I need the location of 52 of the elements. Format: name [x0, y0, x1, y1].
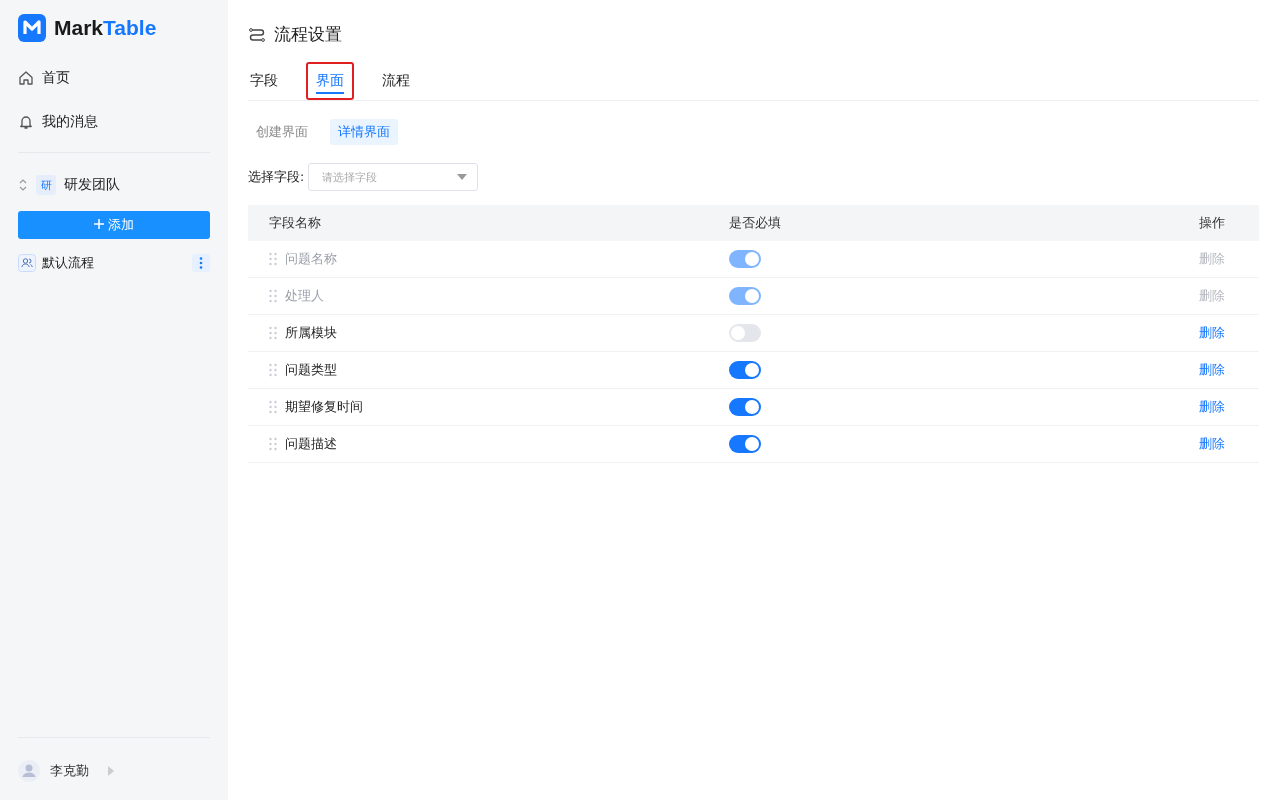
nav-item[interactable]: 首页: [18, 56, 210, 100]
required-toggle[interactable]: [729, 287, 761, 305]
drag-handle-icon[interactable]: [269, 437, 277, 451]
tab[interactable]: 界面: [306, 62, 354, 100]
delete-link[interactable]: 删除: [1199, 361, 1225, 379]
field-name: 期望修复时间: [285, 398, 363, 416]
required-toggle[interactable]: [729, 324, 761, 342]
nav-item[interactable]: 我的消息: [18, 100, 210, 144]
delete-link[interactable]: 删除: [1199, 435, 1225, 453]
page-title: 流程设置: [274, 22, 342, 46]
field-select-label: 选择字段:: [248, 168, 305, 186]
user-name: 李克勤: [50, 762, 89, 780]
expand-collapse-icon[interactable]: [18, 178, 28, 192]
drag-handle-icon[interactable]: [269, 252, 277, 266]
field-select[interactable]: 请选择字段: [308, 163, 479, 191]
column-header: 字段名称: [268, 214, 322, 232]
field-name: 问题类型: [285, 361, 337, 379]
required-toggle[interactable]: [729, 250, 761, 268]
flow-icon: [248, 25, 266, 43]
field-name: 所属模块: [285, 324, 337, 342]
add-button[interactable]: 添加: [18, 211, 210, 239]
logo-text: MarkTable: [54, 16, 157, 40]
tab[interactable]: 字段: [248, 62, 288, 100]
subtab[interactable]: 创建界面: [248, 119, 316, 145]
tab[interactable]: 流程: [372, 62, 420, 100]
column-header: 操作: [1199, 214, 1226, 232]
team-badge: 研: [36, 175, 56, 195]
team-name: 研发团队: [64, 176, 120, 194]
dropdown-caret-icon: [457, 174, 468, 180]
required-toggle[interactable]: [729, 398, 761, 416]
drag-handle-icon[interactable]: [269, 400, 277, 414]
logo-icon: [18, 14, 46, 42]
bell-icon: [18, 114, 34, 130]
more-icon[interactable]: [192, 254, 210, 272]
required-toggle[interactable]: [729, 435, 761, 453]
field-name: 问题描述: [285, 435, 337, 453]
required-toggle[interactable]: [729, 361, 761, 379]
column-header: 是否必填: [729, 214, 782, 232]
plus-icon: [93, 219, 104, 229]
delete-link[interactable]: 删除: [1199, 324, 1225, 342]
caret-icon[interactable]: [107, 766, 115, 776]
drag-handle-icon[interactable]: [269, 363, 277, 377]
field-name: 问题名称: [285, 250, 337, 268]
drag-handle-icon[interactable]: [269, 326, 277, 340]
avatar-icon: [18, 760, 40, 782]
field-name: 处理人: [285, 287, 324, 305]
subtab[interactable]: 详情界面: [330, 119, 398, 145]
users-icon: [18, 254, 36, 272]
flow-item[interactable]: 默认流程: [18, 245, 210, 281]
delete-link[interactable]: 删除: [1199, 398, 1225, 416]
drag-handle-icon[interactable]: [269, 289, 277, 303]
home-icon: [18, 70, 34, 86]
